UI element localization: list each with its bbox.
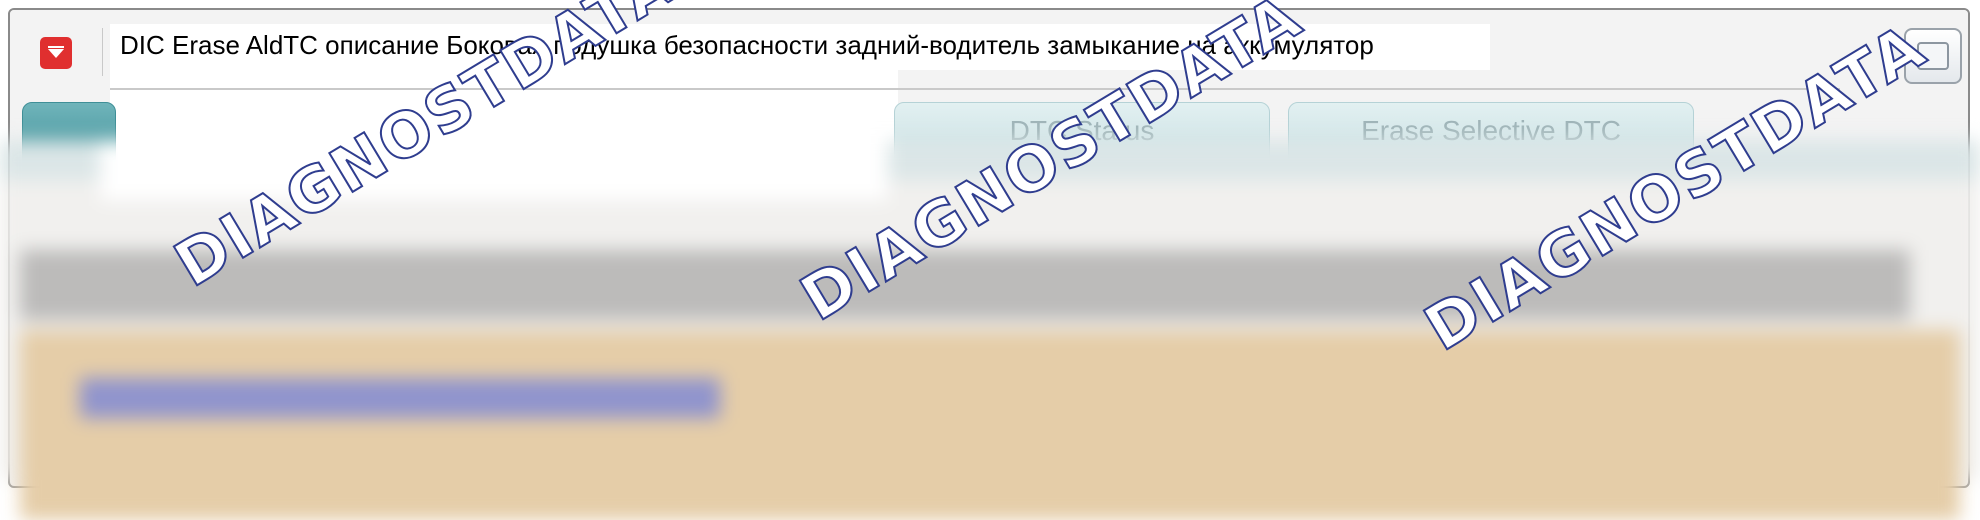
blurred-title-box: [100, 140, 888, 200]
title-separator: [102, 28, 103, 76]
window-menu-button[interactable]: [40, 37, 72, 69]
title-underline: [110, 88, 1840, 90]
blurred-toolbar: [20, 250, 1910, 320]
blurred-link-text: [80, 378, 720, 418]
chevron-down-icon: [48, 46, 64, 58]
blurred-content-panel: [20, 330, 1960, 520]
